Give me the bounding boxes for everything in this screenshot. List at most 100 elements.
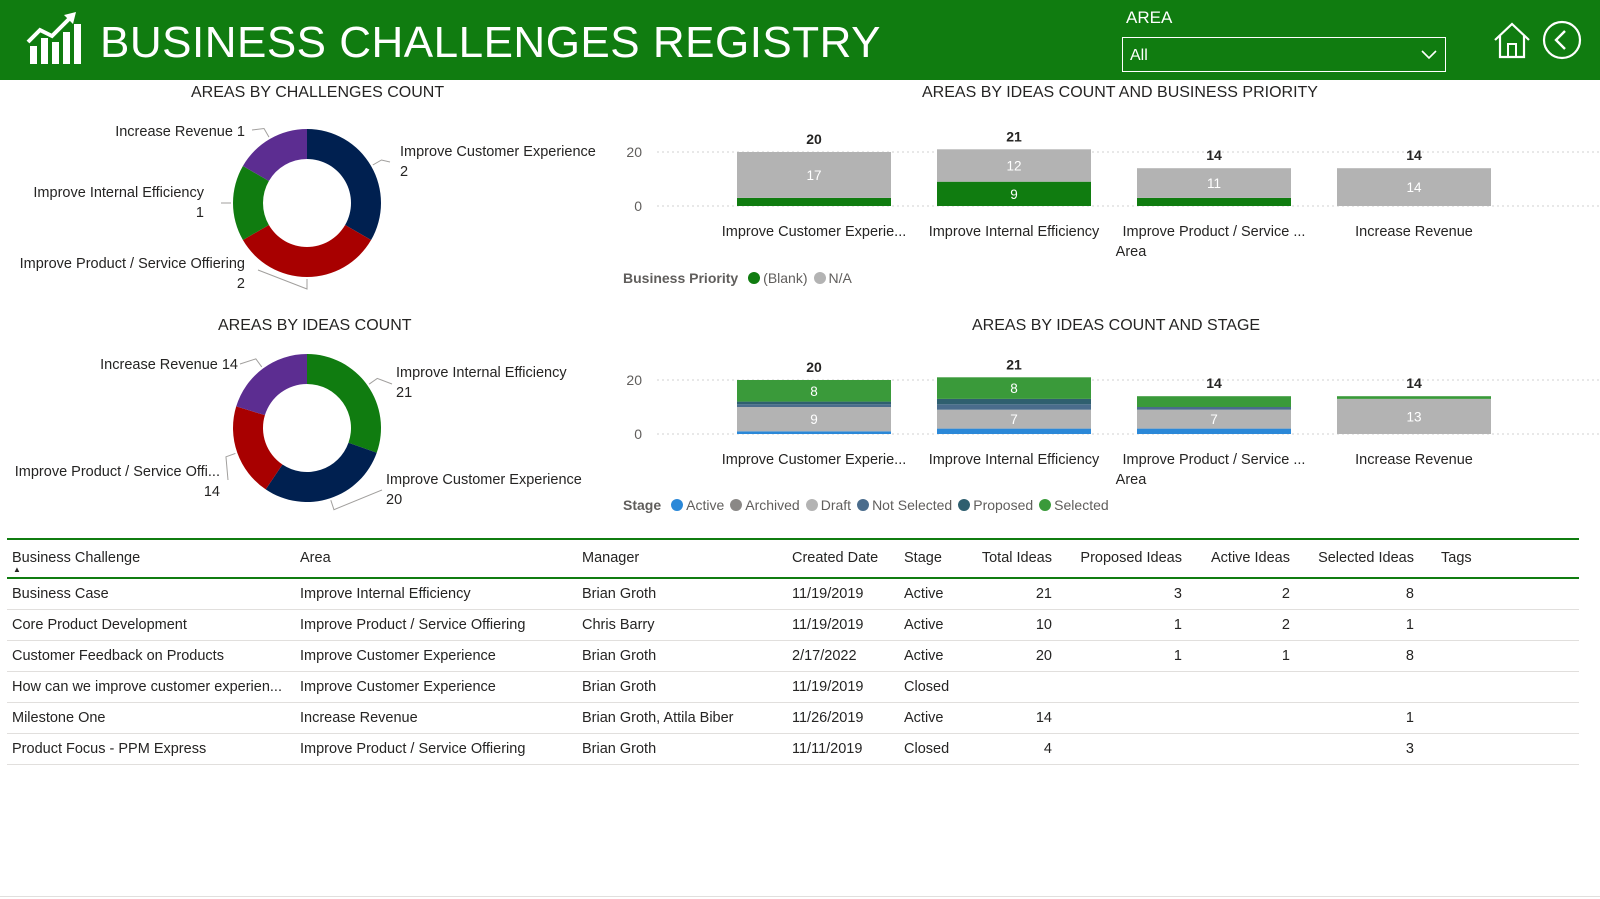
col-selected-ideas[interactable]: Selected Ideas xyxy=(1295,538,1419,579)
legend-dot-icon xyxy=(748,272,761,284)
bar-segment[interactable] xyxy=(737,431,891,434)
cell-area: Improve Internal Efficiency xyxy=(295,578,577,610)
legend-label: Selected xyxy=(1054,497,1109,513)
donut-slice[interactable] xyxy=(242,225,372,277)
cell-proposed-ideas xyxy=(1057,671,1187,703)
legend-item[interactable]: Archived xyxy=(730,497,800,513)
x-axis-title: Area xyxy=(1116,244,1148,260)
x-axis-title: Area xyxy=(1116,472,1148,488)
col-area[interactable]: Area xyxy=(295,538,577,579)
bar-data-label: 7 xyxy=(1210,412,1218,427)
bar-stage-visual: AREAS BY IDEAS COUNT AND STAGE 0 20 9 8 20 Im… xyxy=(615,312,1600,537)
back-icon[interactable] xyxy=(1542,20,1582,60)
challenges-table: Business Challenge ▲ Area Manager Created… xyxy=(7,538,1579,765)
bar-segment[interactable] xyxy=(937,398,1091,405)
legend-dot-icon xyxy=(671,499,684,511)
x-tick-label: Improve Customer Experie... xyxy=(722,452,907,468)
bar-priority-title: AREAS BY IDEAS COUNT AND BUSINESS PRIORI… xyxy=(922,84,1318,101)
table-row[interactable]: Business Case Improve Internal Efficienc… xyxy=(7,578,1579,610)
cell-stage: Closed xyxy=(899,671,971,703)
slice-label: Improve Internal Efficiency xyxy=(396,365,567,381)
page-title: BUSINESS CHALLENGES REGISTRY xyxy=(100,18,881,67)
donut-ideas-visual: AREAS BY IDEAS COUNT Improve Internal Ef… xyxy=(0,312,610,537)
slice-value: 2 xyxy=(237,276,245,292)
cell-manager: Chris Barry xyxy=(577,609,787,641)
bar-data-label: 9 xyxy=(810,412,818,427)
donut-slice[interactable] xyxy=(236,354,307,416)
col-manager[interactable]: Manager xyxy=(577,538,787,579)
table-row[interactable]: Milestone One Increase Revenue Brian Gro… xyxy=(7,702,1579,734)
table-row[interactable]: Customer Feedback on Products Improve Cu… xyxy=(7,640,1579,672)
table-header-row: Business Challenge ▲ Area Manager Created… xyxy=(7,538,1579,579)
legend-item[interactable]: (Blank) xyxy=(748,270,808,286)
x-tick-label: Increase Revenue xyxy=(1355,224,1473,240)
col-stage[interactable]: Stage xyxy=(899,538,971,579)
bar-segment[interactable] xyxy=(1137,428,1291,434)
cell-total-ideas: 10 xyxy=(971,609,1057,641)
cell-tags xyxy=(1419,733,1579,765)
bar-segment[interactable] xyxy=(937,428,1091,434)
cell-selected-ideas: 8 xyxy=(1295,578,1419,610)
table-row[interactable]: Product Focus - PPM Express Improve Prod… xyxy=(7,733,1579,765)
bar-segment[interactable] xyxy=(1337,396,1491,399)
cell-total-ideas: 14 xyxy=(971,702,1057,734)
table-row[interactable]: How can we improve customer experien... … xyxy=(7,671,1579,703)
leader-line xyxy=(251,127,270,138)
bar-segment[interactable] xyxy=(737,197,891,206)
col-active-ideas[interactable]: Active Ideas xyxy=(1187,538,1295,579)
cell-business-challenge: How can we improve customer experien... xyxy=(7,671,295,703)
y-tick-label: 0 xyxy=(634,198,642,214)
cell-proposed-ideas: 1 xyxy=(1057,609,1187,641)
legend-item[interactable]: Selected xyxy=(1039,497,1109,513)
cell-business-challenge: Milestone One xyxy=(7,702,295,734)
bar-segment[interactable] xyxy=(1137,197,1291,206)
cell-total-ideas: 4 xyxy=(971,733,1057,765)
legend-item[interactable]: Draft xyxy=(805,497,851,513)
col-business-challenge[interactable]: Business Challenge ▲ xyxy=(7,538,295,579)
slice-label: Improve Product / Service Offiering xyxy=(20,256,245,272)
x-tick-label: Improve Customer Experie... xyxy=(722,224,907,240)
bar-total-label: 20 xyxy=(806,131,822,147)
slice-value: 2 xyxy=(400,164,408,180)
cell-proposed-ideas: 3 xyxy=(1057,578,1187,610)
slice-value: 21 xyxy=(396,385,412,401)
area-filter-dropdown[interactable]: All xyxy=(1122,37,1446,72)
home-icon[interactable] xyxy=(1492,20,1532,60)
leader-line xyxy=(368,377,393,385)
bar-total-label: 20 xyxy=(806,359,822,375)
x-tick-label: Improve Internal Efficiency xyxy=(929,224,1100,240)
donut-slice[interactable] xyxy=(307,129,381,240)
bar-segment[interactable] xyxy=(1137,396,1291,407)
bar-segment[interactable] xyxy=(737,404,891,407)
bar-data-label: 9 xyxy=(1010,187,1018,202)
bar-priority-chart: 0 20 17 20 Improve Customer Experie... 9 12 21 I… xyxy=(626,128,1600,260)
bar-segment[interactable] xyxy=(1137,407,1291,410)
donut-slice[interactable] xyxy=(265,442,377,502)
leader-line xyxy=(239,358,263,368)
legend-dot-icon xyxy=(857,499,870,511)
table-row[interactable]: Core Product Development Improve Product… xyxy=(7,609,1579,641)
legend-label: Archived xyxy=(745,497,800,513)
donut-challenges-visual: AREAS BY CHALLENGES COUNT Improve Custom… xyxy=(0,80,610,305)
donut-slice[interactable] xyxy=(307,354,381,453)
cell-total-ideas: 21 xyxy=(971,578,1057,610)
bar-segment[interactable] xyxy=(737,401,891,405)
col-proposed-ideas[interactable]: Proposed Ideas xyxy=(1057,538,1187,579)
chevron-down-icon xyxy=(1421,50,1437,60)
bar-total-label: 14 xyxy=(1406,375,1422,391)
slice-value: 14 xyxy=(204,484,220,500)
col-total-ideas[interactable]: Total Ideas xyxy=(971,538,1057,579)
sort-ascending-icon: ▲ xyxy=(13,565,21,574)
col-created-date[interactable]: Created Date xyxy=(787,538,899,579)
legend-item[interactable]: Proposed xyxy=(958,497,1033,513)
legend-item[interactable]: Active xyxy=(671,497,724,513)
legend-item[interactable]: Not Selected xyxy=(857,497,952,513)
bar-segment[interactable] xyxy=(937,404,1091,410)
legend-item[interactable]: N/A xyxy=(813,270,852,286)
cell-created-date: 11/26/2019 xyxy=(787,702,899,734)
bar-data-label: 13 xyxy=(1406,409,1421,424)
bar-data-label: 12 xyxy=(1006,159,1021,174)
cell-created-date: 2/17/2022 xyxy=(787,640,899,672)
cell-active-ideas xyxy=(1187,671,1295,703)
col-tags[interactable]: Tags xyxy=(1419,538,1579,579)
